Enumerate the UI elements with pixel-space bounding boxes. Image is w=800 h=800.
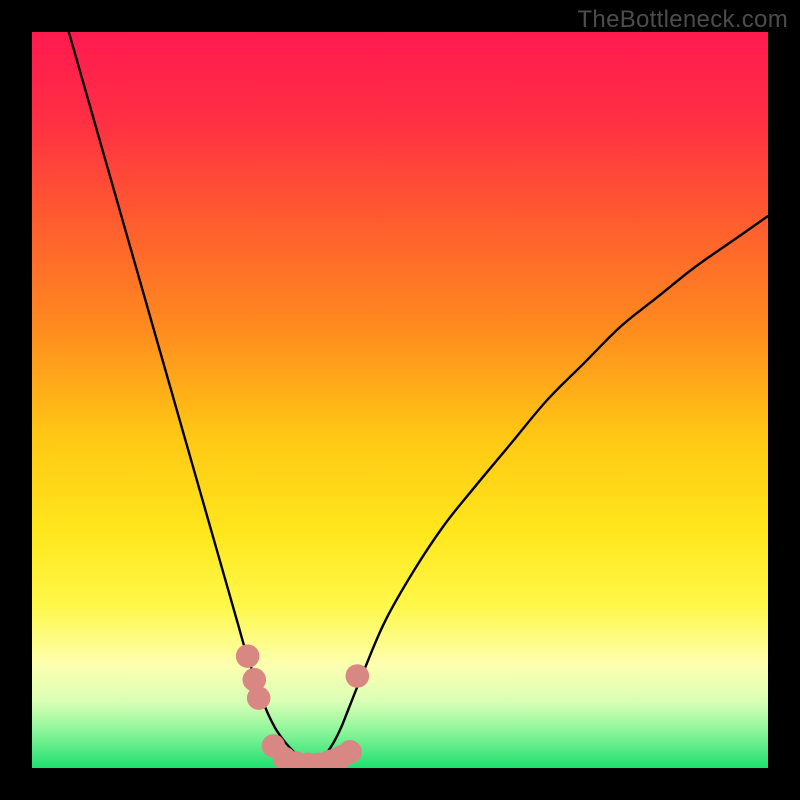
- marker-point: [338, 740, 362, 764]
- marker-point: [236, 644, 260, 668]
- gradient-background: [32, 32, 768, 768]
- watermark-text: TheBottleneck.com: [577, 6, 788, 34]
- plot-area: [32, 32, 768, 768]
- chart-svg: [32, 32, 768, 768]
- marker-point: [247, 686, 271, 710]
- marker-point: [346, 664, 370, 688]
- chart-frame: TheBottleneck.com: [0, 0, 800, 800]
